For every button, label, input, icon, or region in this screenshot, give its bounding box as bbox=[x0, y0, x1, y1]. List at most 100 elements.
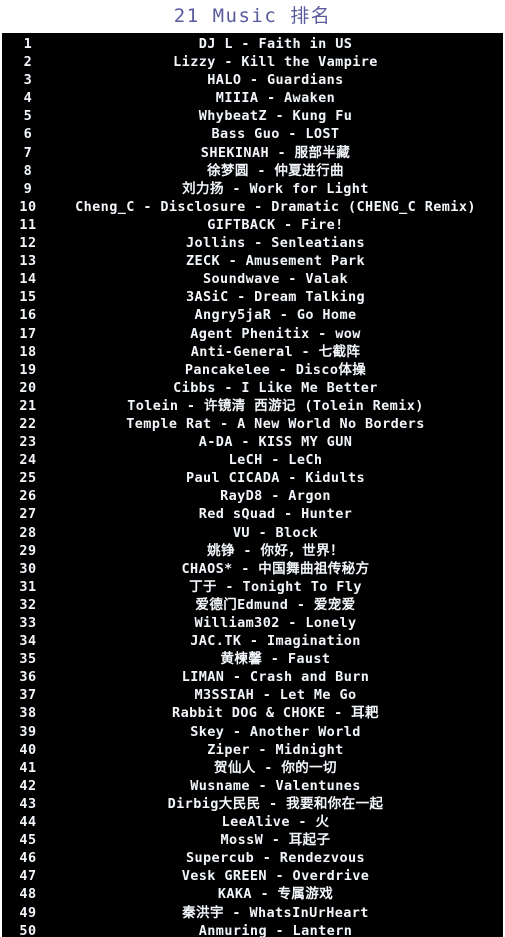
track-title: Agent Phenitix - wow bbox=[190, 325, 361, 342]
rank-number: 5 bbox=[23, 108, 33, 125]
table-row[interactable]: 50 Anmuring - Lantern bbox=[2, 922, 503, 937]
track-title: Vesk GREEN - Overdrive bbox=[181, 868, 370, 885]
table-row[interactable]: 10 Cheng_C - Disclosure - Dramatic (CHENG… bbox=[2, 198, 503, 216]
track-title: Soundwave - Valak bbox=[203, 271, 348, 288]
table-row[interactable]: 24 LeCH - LeCh bbox=[2, 451, 503, 469]
table-row[interactable]: 29 姚铮 - 你好，世界！ bbox=[2, 542, 503, 560]
rank-number: 50 bbox=[19, 922, 37, 937]
track-title: Bass Guo - LOST bbox=[211, 126, 340, 143]
rank-number: 24 bbox=[19, 452, 37, 469]
track-title: 刘力扬 - Work for Light bbox=[182, 180, 369, 197]
rank-number: 36 bbox=[19, 669, 37, 686]
table-row[interactable]: 3 HALO - Guardians bbox=[2, 71, 503, 89]
table-row[interactable]: 43 Dirbig大民民 - 我要和你在一起 bbox=[2, 795, 503, 813]
table-row[interactable]: 14 Soundwave - Valak bbox=[2, 270, 503, 288]
rank-number: 21 bbox=[19, 397, 37, 414]
track-title: JAC.TK - Imagination bbox=[190, 633, 361, 650]
rank-number: 8 bbox=[23, 162, 33, 179]
table-row[interactable]: 5 WhybeatZ - Kung Fu bbox=[2, 107, 503, 125]
track-title: Supercub - Rendezvous bbox=[185, 850, 366, 867]
table-row[interactable]: 16 Angry5jaR - Go Home bbox=[2, 306, 503, 324]
table-row[interactable]: 42 Wusname - Valentunes bbox=[2, 777, 503, 795]
table-row[interactable]: 19 Pancakelee - Disco体操 bbox=[2, 361, 503, 379]
rank-number: 13 bbox=[19, 253, 37, 270]
table-row[interactable]: 35 黄楝馨 - Faust bbox=[2, 650, 503, 668]
table-row[interactable]: 9 刘力扬 - Work for Light bbox=[2, 180, 503, 198]
rank-number: 46 bbox=[19, 850, 37, 867]
table-row[interactable]: 48 KAKA - 专属游戏 bbox=[2, 885, 503, 903]
table-row[interactable]: 6 Bass Guo - LOST bbox=[2, 125, 503, 143]
track-title: DJ L - Faith in US bbox=[198, 36, 353, 52]
table-row[interactable]: 21 Tolein - 许镜清 西游记 (Tolein Remix) bbox=[2, 397, 503, 415]
rank-number: 45 bbox=[19, 832, 37, 849]
track-title: Angry5jaR - Go Home bbox=[194, 307, 357, 324]
table-row[interactable]: 40 Ziper - Midnight bbox=[2, 741, 503, 759]
track-title: 爱德门Edmund - 爱宠爱 bbox=[195, 596, 356, 613]
rank-number: 43 bbox=[19, 795, 37, 812]
table-row[interactable]: 7 SHEKINAH - 服部半藏 bbox=[2, 144, 503, 162]
track-title: 丁于 - Tonight To Fly bbox=[189, 578, 362, 595]
title-bar: 21 Music 排名 bbox=[0, 0, 505, 33]
rank-number: 3 bbox=[23, 72, 33, 89]
track-title: Wusname - Valentunes bbox=[190, 777, 361, 794]
table-row[interactable]: 32 爱德门Edmund - 爱宠爱 bbox=[2, 596, 503, 614]
track-title: 贺仙人 - 你的一切 bbox=[214, 759, 337, 776]
table-row[interactable]: 37 M3SSIAH - Let Me Go bbox=[2, 686, 503, 704]
table-row[interactable]: 41 贺仙人 - 你的一切 bbox=[2, 759, 503, 777]
page-title: 21 Music 排名 bbox=[173, 5, 332, 27]
table-row[interactable]: 30 CHAOS* - 中国舞曲祖传秘方 bbox=[2, 560, 503, 578]
rank-number: 39 bbox=[19, 723, 37, 740]
table-row[interactable]: 15 3ASiC - Dream Talking bbox=[2, 288, 503, 306]
rank-number: 20 bbox=[19, 379, 37, 396]
table-row[interactable]: 22 Temple Rat - A New World No Borders bbox=[2, 415, 503, 433]
table-row[interactable]: 49 秦洪宇 - WhatsInUrHeart bbox=[2, 904, 503, 922]
table-row[interactable]: 1 DJ L - Faith in US bbox=[2, 35, 503, 53]
rank-number: 9 bbox=[23, 180, 33, 197]
rank-number: 40 bbox=[19, 741, 37, 758]
table-row[interactable]: 34 JAC.TK - Imagination bbox=[2, 632, 503, 650]
table-row[interactable]: 33 William302 - Lonely bbox=[2, 614, 503, 632]
rank-number: 15 bbox=[19, 289, 37, 306]
track-title: HALO - Guardians bbox=[207, 72, 344, 89]
table-row[interactable]: 44 LeeAlive - 火 bbox=[2, 813, 503, 831]
track-title: Paul CICADA - Kidults bbox=[185, 470, 366, 487]
table-row[interactable]: 12 Jollins - Senleatians bbox=[2, 234, 503, 252]
table-row[interactable]: 46 Supercub - Rendezvous bbox=[2, 849, 503, 867]
rank-number: 32 bbox=[19, 596, 37, 613]
rank-number: 10 bbox=[19, 198, 37, 215]
track-title: WhybeatZ - Kung Fu bbox=[198, 108, 353, 125]
table-row[interactable]: 45 MossW - 耳起子 bbox=[2, 831, 503, 849]
track-title: Dirbig大民民 - 我要和你在一起 bbox=[167, 795, 384, 812]
table-row[interactable]: 4 MIIIA - Awaken bbox=[2, 89, 503, 107]
table-row[interactable]: 25 Paul CICADA - Kidults bbox=[2, 469, 503, 487]
rank-number: 33 bbox=[19, 615, 37, 631]
table-row[interactable]: 47 Vesk GREEN - Overdrive bbox=[2, 867, 503, 885]
track-title: GIFTBACK - Fire! bbox=[207, 216, 344, 233]
track-title: Cheng_C - Disclosure - Dramatic (CHENG_C… bbox=[75, 198, 476, 215]
table-row[interactable]: 38 Rabbit DOG & CHOKE - 耳耙 bbox=[2, 704, 503, 722]
table-row[interactable]: 39 Skey - Another World bbox=[2, 723, 503, 741]
table-row[interactable]: 8 徐梦圆 - 仲夏进行曲 bbox=[2, 162, 503, 180]
table-row[interactable]: 36 LIMAN - Crash and Burn bbox=[2, 668, 503, 686]
track-title: Ziper - Midnight bbox=[207, 741, 344, 758]
table-row[interactable]: 27 Red sQuad - Hunter bbox=[2, 505, 503, 523]
rank-number: 31 bbox=[19, 578, 37, 595]
table-row[interactable]: 11 GIFTBACK - Fire! bbox=[2, 216, 503, 234]
ranking-list: 1 DJ L - Faith in US 2 Lizzy - Kill the Vam… bbox=[0, 33, 505, 937]
table-row[interactable]: 26 RayD8 - Argon bbox=[2, 487, 503, 505]
track-title: Skey - Another World bbox=[190, 723, 361, 740]
table-row[interactable]: 2 Lizzy - Kill the Vampire bbox=[2, 53, 503, 71]
track-title: CHAOS* - 中国舞曲祖传秘方 bbox=[181, 560, 370, 577]
rank-number: 44 bbox=[19, 814, 37, 831]
table-row[interactable]: 23 A-DA - KISS MY GUN bbox=[2, 433, 503, 451]
table-row[interactable]: 13 ZECK - Amusement Park bbox=[2, 252, 503, 270]
table-row[interactable]: 18 Anti-General - 七截阵 bbox=[2, 343, 503, 361]
rank-number: 16 bbox=[19, 307, 37, 324]
track-title: Lizzy - Kill the Vampire bbox=[173, 54, 378, 71]
table-row[interactable]: 17 Agent Phenitix - wow bbox=[2, 325, 503, 343]
track-title: A-DA - KISS MY GUN bbox=[198, 434, 353, 451]
track-title: MIIIA - Awaken bbox=[215, 90, 336, 107]
table-row[interactable]: 20 Cibbs - I Like Me Better bbox=[2, 379, 503, 397]
table-row[interactable]: 31 丁于 - Tonight To Fly bbox=[2, 578, 503, 596]
table-row[interactable]: 28 VU - Block bbox=[2, 524, 503, 542]
